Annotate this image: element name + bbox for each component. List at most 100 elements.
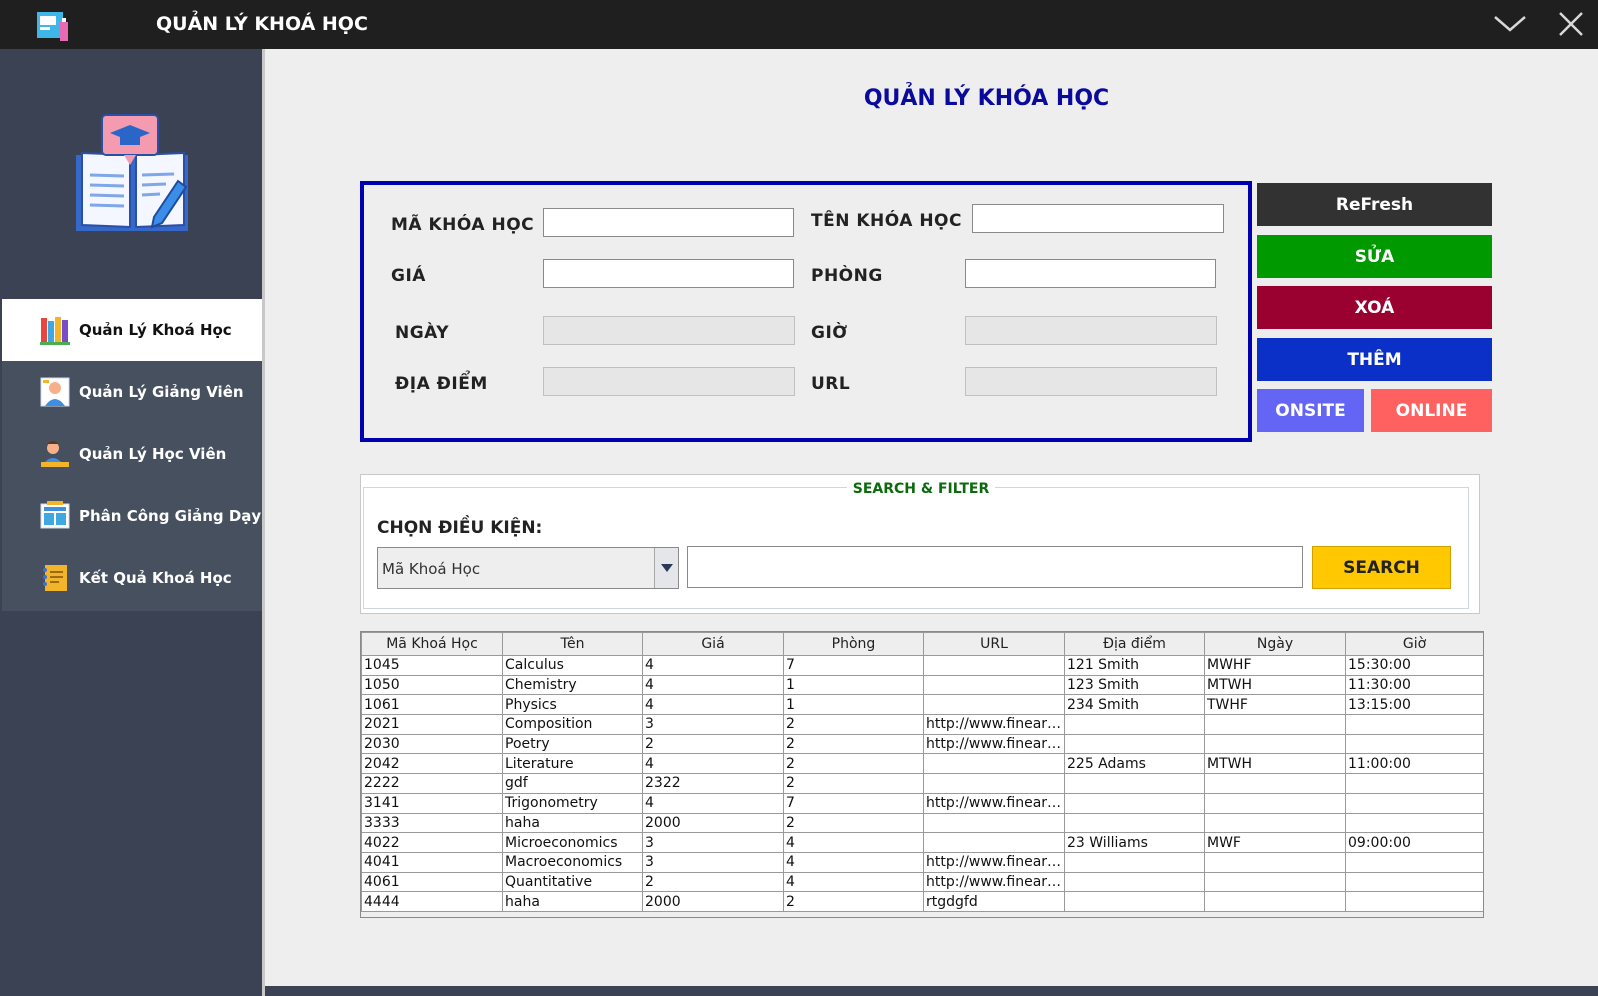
search-button[interactable]: SEARCH xyxy=(1312,546,1451,589)
table-cell[interactable]: http://www.fineartsc... xyxy=(923,714,1065,735)
table-row[interactable]: 2021Composition32http://www.fineartsc... xyxy=(361,714,1483,735)
table-cell[interactable]: 11:00:00 xyxy=(1345,753,1483,775)
table-cell[interactable] xyxy=(1064,733,1205,755)
table-cell[interactable]: 7 xyxy=(783,655,924,676)
table-cell[interactable]: 3 xyxy=(642,832,784,853)
edit-button[interactable]: SỬA xyxy=(1257,235,1492,278)
table-cell[interactable] xyxy=(1345,851,1483,873)
table-cell[interactable]: 13:15:00 xyxy=(1345,694,1483,716)
table-cell[interactable]: 2000 xyxy=(642,891,784,912)
table-cell[interactable]: Trigonometry xyxy=(502,792,643,814)
table-cell[interactable]: 4022 xyxy=(361,832,503,853)
table-cell[interactable]: 2222 xyxy=(361,773,503,794)
table-row[interactable]: 4061Quantitative24http://www.fineartsc..… xyxy=(361,871,1483,893)
table-cell[interactable]: 2 xyxy=(783,773,924,794)
table-cell[interactable]: Literature xyxy=(502,753,643,775)
column-header[interactable]: Giờ xyxy=(1345,632,1483,656)
sidebar-item-students[interactable]: Quản Lý Học Viên xyxy=(2,423,262,485)
table-cell[interactable]: Poetry xyxy=(502,733,643,755)
table-cell[interactable]: 2 xyxy=(642,871,784,893)
table-cell[interactable]: 2322 xyxy=(642,773,784,794)
table-cell[interactable]: 2 xyxy=(642,733,784,755)
room-input[interactable] xyxy=(965,259,1216,288)
search-input[interactable] xyxy=(687,546,1303,588)
table-cell[interactable] xyxy=(923,773,1065,794)
table-cell[interactable] xyxy=(1204,812,1346,834)
table-cell[interactable]: 1 xyxy=(783,674,924,696)
course-name-input[interactable] xyxy=(972,204,1224,233)
table-cell[interactable]: http://www.fineartsc... xyxy=(923,792,1065,814)
table-cell[interactable]: 4 xyxy=(642,655,784,676)
sidebar-item-course-results[interactable]: Kết Quả Khoá Học xyxy=(2,547,262,609)
table-cell[interactable]: 2030 xyxy=(361,733,503,755)
table-cell[interactable]: 1045 xyxy=(361,655,503,676)
table-row[interactable]: 1061 Physics 4 1 234 Smith TWHF 13:15:00 xyxy=(361,694,1483,716)
table-cell[interactable] xyxy=(1345,812,1483,834)
table-cell[interactable]: 2 xyxy=(783,812,924,834)
table-cell[interactable]: Macroeconomics xyxy=(502,851,643,873)
table-cell[interactable] xyxy=(1204,792,1346,814)
table-cell[interactable]: rtgdgfd xyxy=(923,891,1065,912)
table-row[interactable]: 2030Poetry22http://www.fineartsc... xyxy=(361,733,1483,755)
close-button[interactable] xyxy=(1552,8,1588,40)
add-button[interactable]: THÊM xyxy=(1257,338,1492,381)
column-header[interactable]: Địa điểm xyxy=(1064,632,1205,656)
refresh-button[interactable]: ReFresh xyxy=(1257,183,1492,226)
table-cell[interactable]: 121 Smith xyxy=(1064,655,1205,676)
table-cell[interactable] xyxy=(923,674,1065,696)
table-cell[interactable] xyxy=(1345,733,1483,755)
column-header[interactable]: Tên xyxy=(502,632,643,656)
table-row[interactable]: 2042 Literature 4 2 225 Adams MTWH 11:00:00 xyxy=(361,753,1483,775)
table-cell[interactable]: 3141 xyxy=(361,792,503,814)
table-cell[interactable]: 2 xyxy=(783,753,924,775)
table-cell[interactable]: 234 Smith xyxy=(1064,694,1205,716)
table-row[interactable]: 1050 Chemistry 4 1 123 Smith MTWH 11:30:00 xyxy=(361,674,1483,696)
table-row[interactable]: 4022 Microeconomics 3 4 23 Williams MWF 09:00:… xyxy=(361,832,1483,853)
table-cell[interactable]: 4 xyxy=(783,832,924,853)
table-cell[interactable]: http://www.fineartsc... xyxy=(923,733,1065,755)
table-cell[interactable]: MWHF xyxy=(1204,655,1346,676)
table-row[interactable]: 3333 haha 2000 2 xyxy=(361,812,1483,834)
table-cell[interactable]: Microeconomics xyxy=(502,832,643,853)
table-cell[interactable] xyxy=(1345,773,1483,794)
table-cell[interactable] xyxy=(923,832,1065,853)
table-cell[interactable] xyxy=(923,812,1065,834)
table-cell[interactable] xyxy=(1064,812,1205,834)
dropdown-arrow[interactable] xyxy=(654,548,678,588)
table-cell[interactable]: 1 xyxy=(783,694,924,716)
table-cell[interactable] xyxy=(1345,871,1483,893)
table-cell[interactable]: 23 Williams xyxy=(1064,832,1205,853)
table-cell[interactable] xyxy=(1345,714,1483,735)
table-cell[interactable]: 225 Adams xyxy=(1064,753,1205,775)
table-cell[interactable]: 4 xyxy=(642,694,784,716)
table-cell[interactable] xyxy=(923,753,1065,775)
column-header[interactable]: Giá xyxy=(642,632,784,656)
table-cell[interactable]: Physics xyxy=(502,694,643,716)
table-cell[interactable]: http://www.fineartsc... xyxy=(923,871,1065,893)
table-cell[interactable]: 2000 xyxy=(642,812,784,834)
table-cell[interactable] xyxy=(1204,891,1346,912)
table-cell[interactable] xyxy=(1345,792,1483,814)
column-header[interactable]: URL xyxy=(923,632,1065,656)
table-cell[interactable]: 4 xyxy=(783,851,924,873)
table-cell[interactable] xyxy=(923,655,1065,676)
table-row[interactable]: 2222 gdf 2322 2 xyxy=(361,773,1483,794)
table-cell[interactable] xyxy=(1204,871,1346,893)
table-cell[interactable]: http://www.fineartsc... xyxy=(923,851,1065,873)
table-cell[interactable] xyxy=(1204,773,1346,794)
onsite-button[interactable]: ONSITE xyxy=(1257,389,1364,432)
table-cell[interactable] xyxy=(1064,773,1205,794)
table-cell[interactable]: 11:30:00 xyxy=(1345,674,1483,696)
table-cell[interactable]: Quantitative xyxy=(502,871,643,893)
sidebar-item-teaching-assignment[interactable]: Phân Công Giảng Dạy xyxy=(2,485,262,547)
table-cell[interactable] xyxy=(1064,714,1205,735)
sidebar-item-lecturers[interactable]: Quản Lý Giảng Viên xyxy=(2,361,262,423)
table-cell[interactable]: 4 xyxy=(642,753,784,775)
table-cell[interactable]: 123 Smith xyxy=(1064,674,1205,696)
table-row[interactable]: 4444 haha 2000 2 rtgdgfd xyxy=(361,891,1483,912)
table-cell[interactable]: 7 xyxy=(783,792,924,814)
column-header[interactable]: Ngày xyxy=(1204,632,1346,656)
table-row[interactable]: 3141Trigonometry47http://www.fineartsc..… xyxy=(361,792,1483,814)
table-cell[interactable]: 4 xyxy=(642,792,784,814)
table-cell[interactable]: Chemistry xyxy=(502,674,643,696)
